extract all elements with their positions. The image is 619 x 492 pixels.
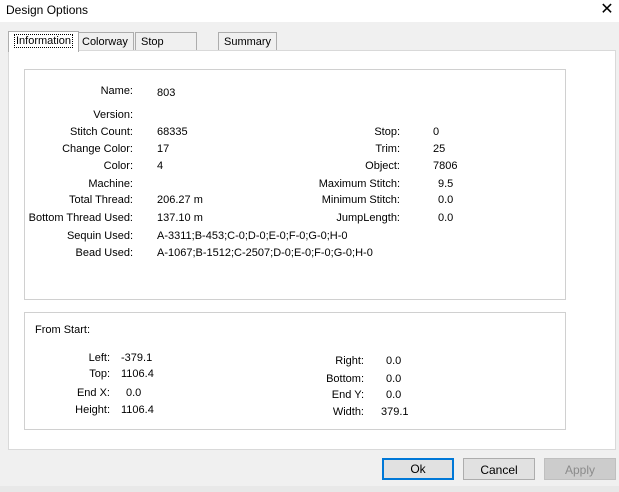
end-y-value: 0.0 [386, 389, 402, 401]
end-x-value: 0.0 [126, 387, 142, 399]
minimum-stitch-value: 0.0 [438, 194, 454, 206]
jump-length-label: JumpLength: [336, 212, 400, 224]
tab-summary-label: Summary [224, 36, 272, 48]
tab-colorway-label: Colorway [82, 36, 128, 48]
sequin-used-label: Sequin Used: [66, 230, 133, 242]
bottom-thread-label: Bottom Thread Used: [28, 212, 133, 224]
end-y-label: End Y: [331, 389, 364, 401]
trim-value: 25 [433, 143, 446, 155]
width-value: 379.1 [381, 406, 409, 418]
maximum-stitch-label: Maximum Stitch: [318, 178, 400, 190]
width-label: Width: [332, 406, 364, 418]
ok-button[interactable]: Ok [382, 458, 454, 480]
close-icon[interactable]: ✕ [599, 1, 615, 19]
minimum-stitch-label: Minimum Stitch: [321, 194, 400, 206]
left-label: Left: [88, 352, 110, 364]
height-label: Height: [75, 404, 110, 416]
total-thread-value: 206.27 m [157, 194, 203, 206]
end-x-label: End X: [76, 387, 110, 399]
bead-used-value: A-1067;B-1512;C-2507;D-0;E-0;F-0;G-0;H-0 [157, 247, 373, 259]
bead-used-label: Bead Used: [75, 247, 133, 259]
machine-label: Machine: [88, 178, 133, 190]
design-info-group: Name: 803 Version: Stitch Count: 68335 C… [24, 69, 566, 300]
color-label: Color: [103, 160, 133, 172]
title-bar: Design Options ✕ [0, 0, 619, 22]
bottom-label: Bottom: [326, 373, 364, 385]
trim-label: Trim: [375, 143, 400, 155]
apply-button[interactable]: Apply [544, 458, 616, 480]
change-color-label: Change Color: [62, 143, 133, 155]
right-label: Right: [335, 355, 364, 367]
color-value: 4 [157, 160, 164, 172]
version-label: Version: [93, 109, 133, 121]
tab-pane-information: Name: 803 Version: Stitch Count: 68335 C… [8, 50, 616, 450]
stop-value: 0 [433, 126, 440, 138]
from-start-title: From Start: [35, 324, 91, 336]
name-value: 803 [157, 87, 176, 99]
cancel-button[interactable]: Cancel [463, 458, 535, 480]
tab-information-label: Information [14, 34, 74, 48]
height-value: 1106.4 [121, 404, 154, 416]
change-color-value: 17 [157, 143, 170, 155]
window-title: Design Options [6, 3, 89, 17]
total-thread-label: Total Thread: [68, 194, 133, 206]
object-label: Object: [365, 160, 400, 172]
jump-length-value: 0.0 [438, 212, 454, 224]
maximum-stitch-value: 9.5 [438, 178, 454, 190]
background-strip [0, 486, 619, 492]
top-label: Top: [89, 368, 110, 380]
stitch-count-label: Stitch Count: [70, 126, 133, 138]
name-label: Name: [100, 85, 133, 97]
sequin-used-value: A-3311;B-453;C-0;D-0;E-0;F-0;G-0;H-0 [157, 230, 348, 242]
tab-colorway[interactable]: Colorway [76, 32, 134, 51]
stitch-count-value: 68335 [157, 126, 188, 138]
object-value: 7806 [433, 160, 458, 172]
left-value: -379.1 [121, 352, 153, 364]
tab-summary[interactable]: Summary [218, 32, 278, 51]
right-value: 0.0 [386, 355, 402, 367]
top-value: 1106.4 [121, 368, 154, 380]
stop-label: Stop: [374, 126, 400, 138]
bottom-value: 0.0 [386, 373, 402, 385]
tab-information[interactable]: Information [8, 31, 80, 52]
tab-stop-sequence[interactable]: Stop Sequence [135, 32, 197, 66]
bottom-thread-value: 137.10 m [157, 212, 203, 224]
from-start-group: From Start: Left: -379.1 Top: 1106.4 End… [24, 312, 566, 430]
